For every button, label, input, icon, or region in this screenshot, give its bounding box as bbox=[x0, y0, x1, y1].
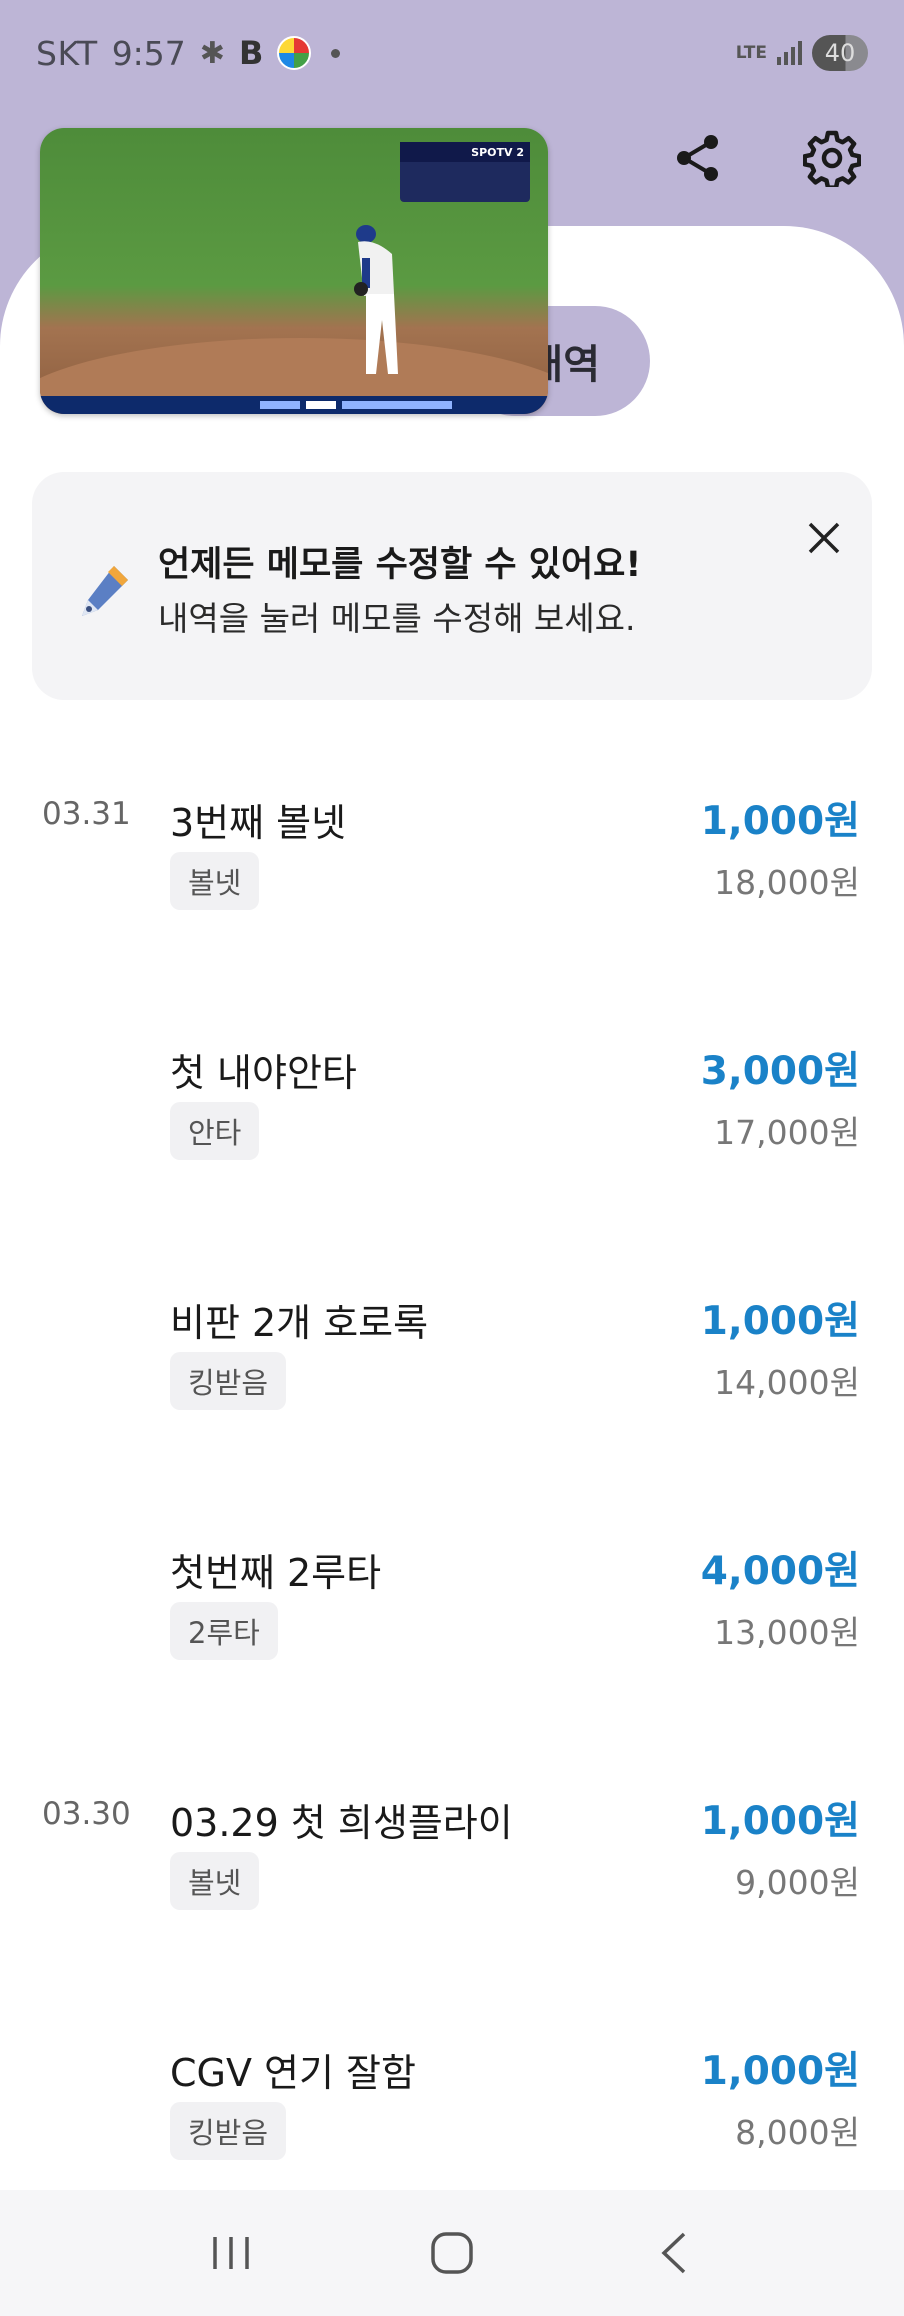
list-item-title: 첫번째 2루타 bbox=[170, 1551, 382, 1595]
settings-button[interactable] bbox=[797, 120, 867, 196]
home-button[interactable] bbox=[407, 2208, 497, 2298]
pitcher-figure bbox=[354, 225, 398, 374]
list-item-tag: 2루타 bbox=[170, 1602, 278, 1660]
clock: 9:57 bbox=[111, 33, 186, 73]
list-item-tag: 킹받음 bbox=[170, 1352, 287, 1410]
close-icon bbox=[808, 522, 840, 554]
list-item-amount: 3,000원 bbox=[700, 1049, 860, 1094]
list-item-tag: 볼넷 bbox=[170, 852, 260, 910]
list-item-title: CGV 연기 잘함 bbox=[170, 2051, 416, 2095]
list-item-amount: 1,000원 bbox=[700, 799, 860, 844]
list-item[interactable]: 첫 내야안타 안타 3,000원 17,000원 bbox=[0, 1046, 904, 1216]
list-item-balance: 9,000원 bbox=[735, 1863, 860, 1902]
list-item-title: 3번째 볼넷 bbox=[170, 801, 347, 845]
list-item-balance: 14,000원 bbox=[714, 1363, 860, 1402]
list-item[interactable]: 비판 2개 호로록 킹받음 1,000원 14,000원 bbox=[0, 1296, 904, 1466]
back-icon bbox=[661, 2232, 686, 2274]
list-item-amount: 1,000원 bbox=[700, 2049, 860, 2094]
list-item-amount: 4,000원 bbox=[700, 1549, 860, 1594]
system-nav-bar bbox=[0, 2190, 904, 2316]
list-item-tag: 킹받음 bbox=[170, 2102, 287, 2160]
carrier-label: SKT bbox=[36, 33, 98, 73]
more-notifications-icon bbox=[331, 48, 341, 58]
recents-button[interactable] bbox=[186, 2208, 276, 2298]
share-button[interactable] bbox=[663, 120, 733, 196]
back-button[interactable] bbox=[628, 2208, 718, 2298]
list-item-title: 첫 내야안타 bbox=[170, 1051, 357, 1095]
recents-icon bbox=[212, 2237, 249, 2269]
list-item-amount: 1,000원 bbox=[700, 1799, 860, 1844]
list-item-tag: 안타 bbox=[170, 1102, 260, 1160]
status-left: SKT 9:57 ✱ B bbox=[36, 33, 341, 73]
app-b-icon: B bbox=[238, 34, 264, 72]
list-item[interactable]: 03.30 03.29 첫 희생플라이 볼넷 1,000원 9,000원 bbox=[0, 1796, 904, 1966]
scoreboard: SPOTV 2 bbox=[400, 142, 530, 202]
list-item-amount: 1,000원 bbox=[700, 1299, 860, 1344]
list-item-balance: 8,000원 bbox=[735, 2113, 860, 2152]
signal-icon bbox=[777, 41, 802, 65]
list-item[interactable]: 첫번째 2루타 2루타 4,000원 13,000원 bbox=[0, 1546, 904, 1716]
list-item-balance: 18,000원 bbox=[714, 863, 860, 902]
status-right: LTE 40 bbox=[736, 35, 868, 71]
list-item[interactable]: 03.31 3번째 볼넷 볼넷 1,000원 18,000원 bbox=[0, 796, 904, 966]
list-item-date: 03.30 bbox=[42, 1796, 131, 1832]
share-icon bbox=[677, 135, 718, 181]
lte-icon: LTE bbox=[735, 43, 767, 63]
app-notification-icon bbox=[277, 36, 312, 70]
list-item-date: 03.31 bbox=[42, 796, 131, 832]
list-item-balance: 13,000원 bbox=[714, 1613, 860, 1652]
broadcast-ticker bbox=[40, 396, 548, 414]
tip-close-button[interactable] bbox=[794, 508, 854, 568]
home-icon bbox=[431, 2232, 473, 2274]
bluetooth-icon: ✱ bbox=[199, 35, 225, 71]
list-item-title: 비판 2개 호로록 bbox=[170, 1301, 429, 1345]
video-player[interactable]: SPOTV 2 bbox=[40, 128, 548, 414]
list-item-tag: 볼넷 bbox=[170, 1852, 260, 1910]
list-item-balance: 17,000원 bbox=[714, 1113, 860, 1152]
battery-icon: 40 bbox=[812, 35, 868, 71]
list-item-title: 03.29 첫 희생플라이 bbox=[170, 1801, 513, 1845]
tip-card[interactable]: 언제든 메모를 수정할 수 있어요! 내역을 눌러 메모를 수정해 보세요. bbox=[32, 472, 872, 700]
broadcaster-logo: SPOTV 2 bbox=[400, 142, 530, 162]
gear-icon bbox=[803, 130, 861, 187]
pen-icon bbox=[82, 566, 128, 616]
tip-subtitle: 내역을 눌러 메모를 수정해 보세요. bbox=[158, 599, 636, 638]
tip-title: 언제든 메모를 수정할 수 있어요! bbox=[158, 545, 642, 585]
status-bar: SKT 9:57 ✱ B LTE 40 bbox=[0, 0, 904, 106]
